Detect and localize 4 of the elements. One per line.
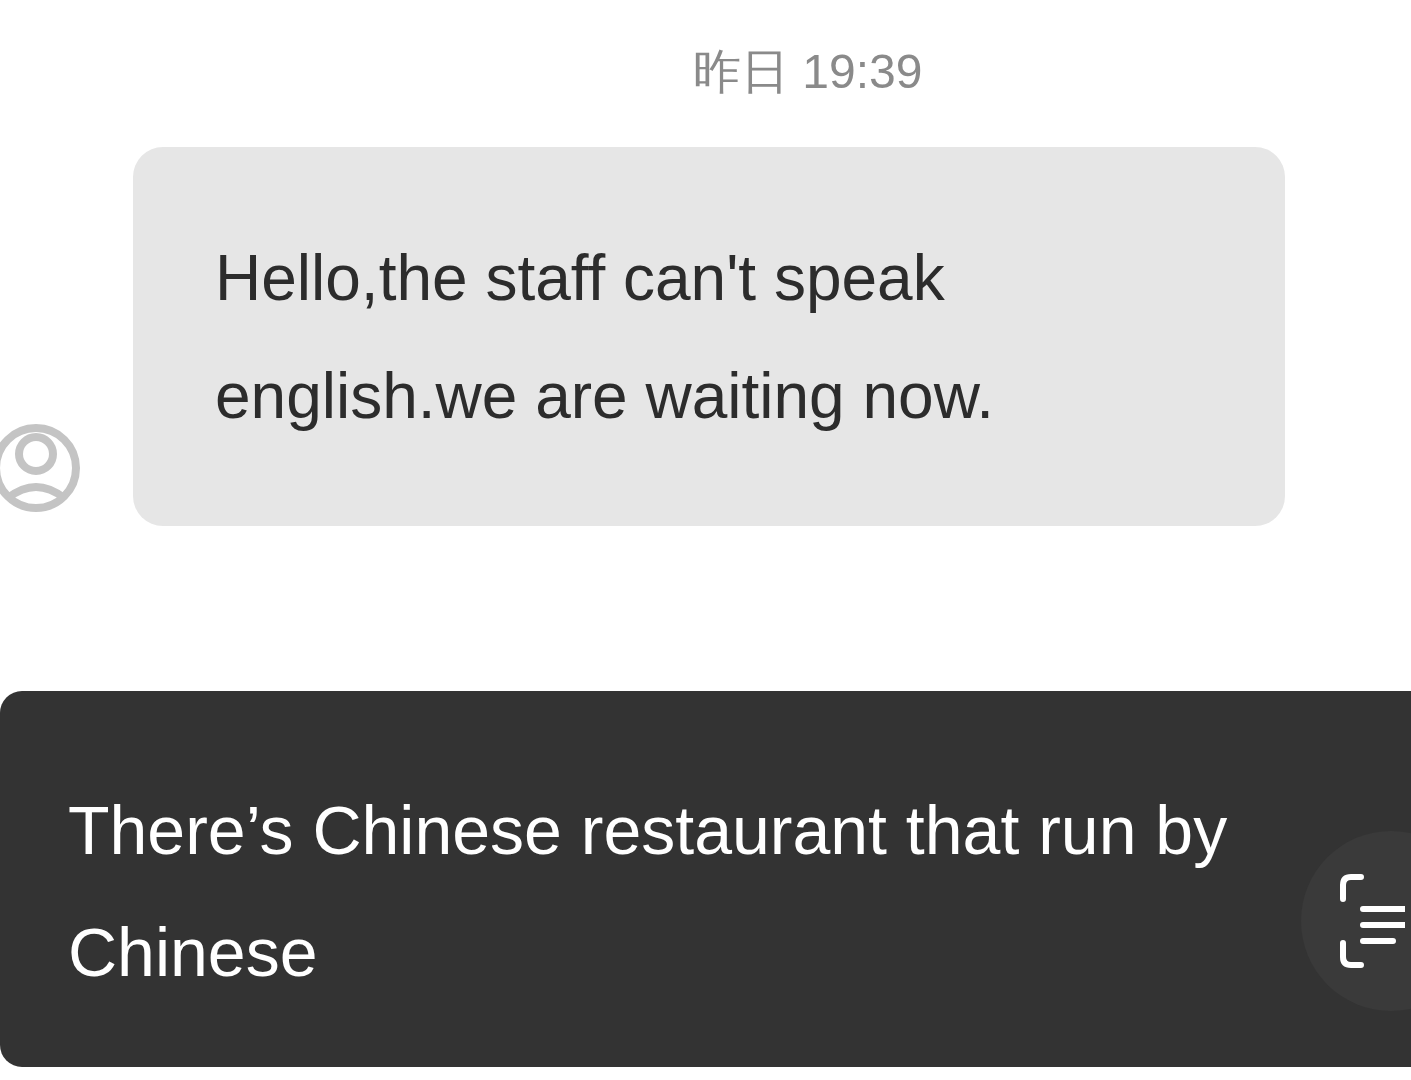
message-text: Hello,the staff can't speak english.we are waiting now. — [215, 240, 996, 434]
message-timestamp: 昨日 19:39 — [693, 44, 923, 100]
translation-text: There’s Chinese restaurant that run by Chinese — [68, 791, 1229, 992]
scan-text-icon — [1339, 873, 1405, 969]
